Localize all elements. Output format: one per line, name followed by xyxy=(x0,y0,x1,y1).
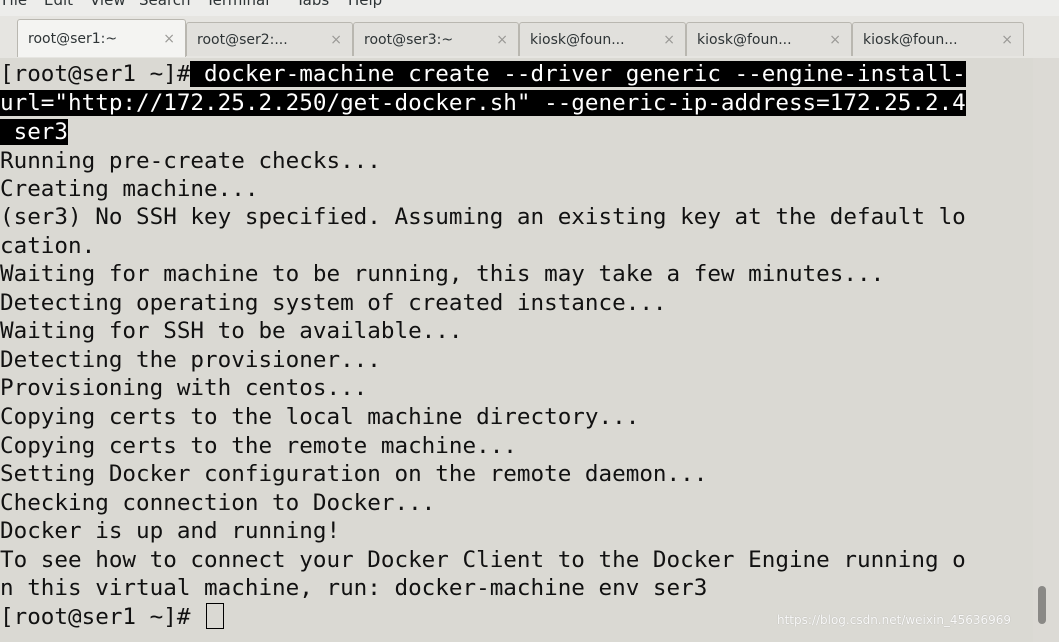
output-line: Copying certs to the remote machine... xyxy=(0,433,517,459)
menu-file[interactable]: File xyxy=(2,0,27,9)
tab-kiosk-2[interactable]: kiosk@foun... × xyxy=(686,22,852,56)
menu-edit[interactable]: Edit xyxy=(44,0,73,9)
selected-command-text: ser3 xyxy=(0,119,69,145)
output-line: Checking connection to Docker... xyxy=(0,490,436,516)
tab-label: kiosk@foun... xyxy=(863,31,958,48)
output-line: Running pre-create checks... xyxy=(0,148,381,174)
menu-search[interactable]: Search xyxy=(139,0,191,9)
terminal-output[interactable]: [root@ser1 ~]# docker-machine create --d… xyxy=(0,58,1033,642)
menubar: File Edit View Search Terminal Tabs Help xyxy=(0,0,1059,16)
prompt: [root@ser1 ~]# xyxy=(0,604,205,630)
tab-label: kiosk@foun... xyxy=(697,31,792,48)
close-icon[interactable]: × xyxy=(163,32,175,46)
tab-kiosk-1[interactable]: kiosk@foun... × xyxy=(519,22,686,56)
tab-kiosk-3[interactable]: kiosk@foun... × xyxy=(852,22,1024,56)
output-line: (ser3) No SSH key specified. Assuming an… xyxy=(0,204,966,230)
command-line: [root@ser1 ~]# docker-machine create --d… xyxy=(0,60,966,89)
close-icon[interactable]: × xyxy=(330,33,342,47)
close-icon[interactable]: × xyxy=(1001,33,1013,47)
output-line: Docker is up and running! xyxy=(0,518,341,544)
text-cursor xyxy=(206,603,225,629)
output-line: Waiting for SSH to be available... xyxy=(0,318,463,344)
menu-view[interactable]: View xyxy=(90,0,126,9)
output-line: Setting Docker configuration on the remo… xyxy=(0,461,708,487)
tab-label: kiosk@foun... xyxy=(530,31,625,48)
tab-root-ser3[interactable]: root@ser3:~ × xyxy=(353,22,519,56)
output-line: Creating machine... xyxy=(0,176,259,202)
output-line: Detecting the provisioner... xyxy=(0,347,381,373)
menu-help[interactable]: Help xyxy=(348,0,382,9)
scrollbar-thumb[interactable] xyxy=(1038,586,1046,624)
selected-command-text: url="http://172.25.2.250/get-docker.sh" … xyxy=(0,90,966,116)
output-line: n this virtual machine, run: docker-mach… xyxy=(0,575,708,601)
tab-label: root@ser1:~ xyxy=(28,30,118,47)
command-line: ser3 xyxy=(0,118,69,147)
close-icon[interactable]: × xyxy=(663,33,675,47)
watermark: https://blog.csdn.net/weixin_45636969 xyxy=(777,613,1012,627)
output-line: Waiting for machine to be running, this … xyxy=(0,261,885,287)
tab-bar: root@ser1:~ × root@ser2:... × root@ser3:… xyxy=(0,16,1059,59)
output-line: Detecting operating system of created in… xyxy=(0,290,667,316)
close-icon[interactable]: × xyxy=(829,33,841,47)
selected-command-text: docker-machine create --driver generic -… xyxy=(190,61,966,87)
final-prompt-line: [root@ser1 ~]# xyxy=(0,603,225,632)
menu-terminal[interactable]: Terminal xyxy=(206,0,269,9)
command-line: url="http://172.25.2.250/get-docker.sh" … xyxy=(0,89,966,118)
menu-tabs[interactable]: Tabs xyxy=(296,0,329,9)
output-line: cation. xyxy=(0,233,96,259)
close-icon[interactable]: × xyxy=(496,33,508,47)
prompt: [root@ser1 ~]# xyxy=(0,61,191,87)
tab-root-ser1[interactable]: root@ser1:~ × xyxy=(17,19,186,57)
tab-label: root@ser2:... xyxy=(197,31,288,48)
output-line: To see how to connect your Docker Client… xyxy=(0,547,966,573)
output-line: Copying certs to the local machine direc… xyxy=(0,404,640,430)
tab-root-ser2[interactable]: root@ser2:... × xyxy=(186,22,353,56)
output-line: Provisioning with centos... xyxy=(0,375,368,401)
tab-label: root@ser3:~ xyxy=(364,31,454,48)
scrollbar[interactable] xyxy=(1033,58,1059,642)
